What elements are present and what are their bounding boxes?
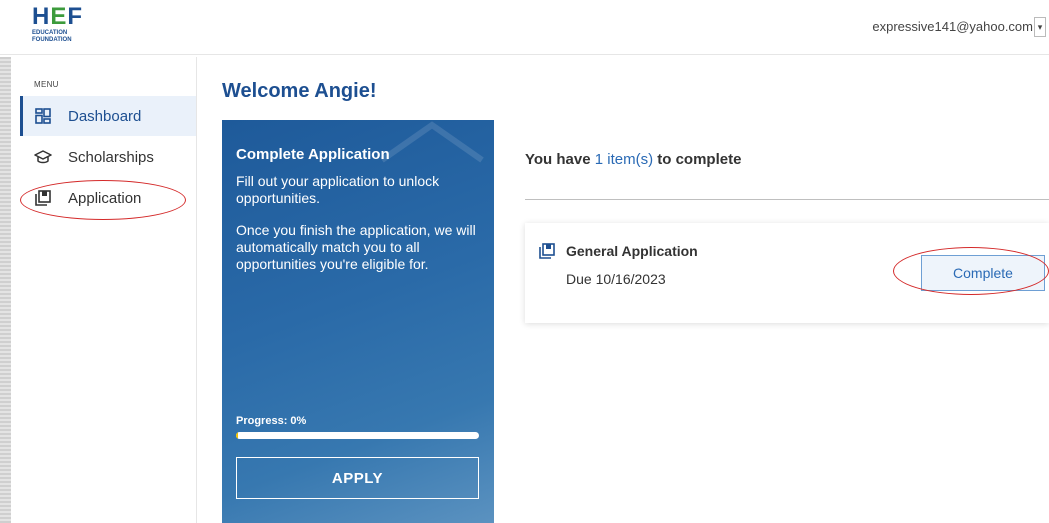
progress-bar bbox=[236, 432, 479, 439]
sidebar-item-dashboard[interactable]: Dashboard bbox=[20, 96, 196, 136]
progress-fill bbox=[236, 432, 239, 439]
application-icon bbox=[34, 189, 52, 207]
logo-mark: HEF bbox=[32, 3, 84, 30]
welcome-heading: Welcome Angie! bbox=[222, 80, 377, 102]
task-title: General Application bbox=[566, 243, 698, 259]
logo-letter-e: E bbox=[50, 3, 66, 30]
sidebar-item-label: Dashboard bbox=[68, 107, 142, 125]
apply-button[interactable]: APPLY bbox=[236, 457, 479, 499]
user-email[interactable]: expressive141@yahoo.com bbox=[872, 19, 1033, 34]
complete-application-card: Complete Application Fill out your appli… bbox=[222, 120, 494, 523]
logo-subtitle-2: FOUNDATION bbox=[32, 37, 72, 43]
top-bar: HEF EDUCATION FOUNDATION expressive141@y… bbox=[0, 0, 1049, 55]
task-due-date: Due 10/16/2023 bbox=[566, 271, 666, 287]
dashboard-icon bbox=[34, 107, 52, 125]
logo-letter-h: H bbox=[32, 3, 49, 30]
task-card-general-application: General Application Due 10/16/2023 Compl… bbox=[525, 223, 1049, 323]
todo-count-link[interactable]: 1 item(s) bbox=[595, 151, 653, 168]
sidebar-item-scholarships[interactable]: Scholarships bbox=[20, 137, 196, 177]
sidebar-item-label: Scholarships bbox=[68, 148, 154, 166]
todo-suffix: to complete bbox=[653, 151, 742, 168]
logo-letter-f: F bbox=[67, 3, 82, 30]
sidebar-item-application[interactable]: Application bbox=[20, 178, 196, 218]
todo-prefix: You have bbox=[525, 151, 595, 168]
todo-summary: You have 1 item(s) to complete bbox=[525, 151, 741, 168]
menu-label: MENU bbox=[34, 80, 59, 89]
sidebar-item-label: Application bbox=[68, 189, 142, 207]
card-text-match: Once you finish the application, we will… bbox=[236, 222, 476, 272]
application-icon bbox=[539, 243, 555, 259]
sidebar: MENU Dashboard Scholarships Application bbox=[12, 57, 197, 523]
progress-label: Progress: 0% bbox=[236, 415, 307, 427]
window-edge bbox=[0, 57, 11, 523]
user-menu-dropdown[interactable]: ▾ bbox=[1034, 17, 1046, 37]
hef-logo[interactable]: HEF EDUCATION FOUNDATION bbox=[32, 3, 84, 46]
graduation-cap-icon bbox=[34, 148, 52, 166]
logo-subtitle-1: EDUCATION bbox=[32, 30, 68, 36]
complete-button[interactable]: Complete bbox=[921, 255, 1045, 291]
card-watermark-icon bbox=[380, 121, 484, 163]
divider bbox=[525, 199, 1049, 200]
